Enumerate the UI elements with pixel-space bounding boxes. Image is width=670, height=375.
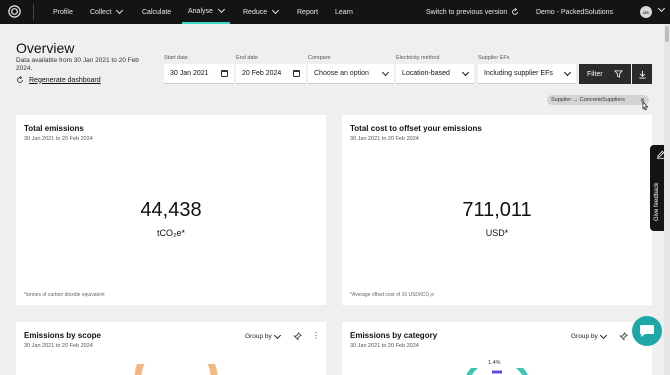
offset-cost-value: 711,011 <box>462 199 532 221</box>
supplier-efs-select[interactable]: Including supplier EFs <box>478 64 576 84</box>
end-date-label: End date <box>236 55 259 61</box>
more-options-icon[interactable]: ⋮ <box>312 331 320 340</box>
emissions-by-scope-card: Emissions by scope 30 Jan 2021 to 20 Feb… <box>16 322 326 375</box>
nav-item-analyse[interactable]: Analyse <box>182 0 230 24</box>
filter-icon <box>614 70 623 78</box>
offset-cost-unit: USD* <box>485 228 509 238</box>
nav-divider <box>33 4 34 20</box>
card-footnote: *Average offset cost of 16 USD/tCO₂e <box>350 292 435 298</box>
electricity-method-select[interactable]: Location-based <box>396 64 474 84</box>
chevron-down-icon <box>273 331 281 339</box>
end-date-value: 20 Feb 2024 <box>242 70 282 77</box>
nav-item-profile[interactable]: Profile <box>53 0 73 24</box>
data-range-text: Data available from 30 Jan 2021 to 20 Fe… <box>16 57 139 72</box>
refresh-icon <box>17 76 23 83</box>
total-emissions-unit: tCO₂e* <box>156 228 185 238</box>
nav-label: Reduce <box>243 8 268 16</box>
total-emissions-card: Total emissions 30 Jan 2021 to 20 Feb 20… <box>16 115 326 305</box>
compare-placeholder: Choose an option <box>314 70 369 77</box>
card-title: Emissions by category <box>350 331 438 340</box>
switch-version-label: Switch to previous version <box>426 8 508 16</box>
nav-label: Profile <box>53 8 73 16</box>
refresh-icon <box>512 8 519 15</box>
card-title: Emissions by scope <box>24 331 101 340</box>
group-by-select[interactable]: Group by <box>245 331 281 340</box>
nav-label: Report <box>297 8 319 16</box>
category-donut-chart <box>466 368 528 375</box>
slice-label: 1.4% <box>488 360 501 366</box>
chat-bubble-icon <box>640 325 654 337</box>
start-date-value: 30 Jan 2021 <box>170 70 209 77</box>
filter-button[interactable]: Filter <box>579 64 631 84</box>
card-date-range: 30 Jan 2021 to 20 Feb 2024 <box>24 136 93 142</box>
download-icon <box>638 70 646 79</box>
nav-item-reduce[interactable]: Reduce <box>243 0 280 24</box>
avatar[interactable]: DS <box>640 6 652 18</box>
download-button[interactable] <box>632 64 652 84</box>
switch-version-link[interactable]: Switch to previous version <box>426 0 519 24</box>
electricity-method-label: Electricity method <box>396 55 440 61</box>
chevron-down-icon <box>381 68 390 76</box>
nav-label: Analyse <box>188 7 213 15</box>
start-date-field[interactable]: 30 Jan 2021 <box>164 64 234 84</box>
org-selector[interactable]: Demo - PackedSolutions <box>536 0 613 24</box>
nav-item-learn[interactable]: Learn <box>335 0 353 24</box>
total-emissions-value: 44,438 <box>140 199 202 221</box>
compare-label: Compare <box>308 55 331 61</box>
chevron-down-icon[interactable] <box>657 4 666 13</box>
chevron-down-icon <box>116 6 124 15</box>
regenerate-label: Regenerate dashboard <box>29 76 101 84</box>
chevron-down-icon <box>599 331 607 339</box>
start-date-label: Start date <box>164 55 188 61</box>
chevron-down-icon <box>272 6 280 15</box>
nav-label: Learn <box>335 8 353 16</box>
active-filter-chip[interactable]: Supplier → ConcreteSuppliers ✕ <box>547 95 649 105</box>
app-logo-icon[interactable] <box>7 4 22 19</box>
supplier-efs-label: Supplier EFs <box>478 55 510 61</box>
give-feedback-label: Give feedback <box>654 182 660 221</box>
card-title: Total cost to offset your emissions <box>350 124 482 133</box>
scrollbar[interactable] <box>664 24 670 375</box>
scrollbar-thumb[interactable] <box>665 26 669 42</box>
mouse-cursor-icon <box>642 101 649 111</box>
chat-button[interactable] <box>632 316 662 346</box>
chevron-down-icon <box>563 68 572 76</box>
supplier-efs-value: Including supplier EFs <box>484 70 553 77</box>
nav-item-calculate[interactable]: Calculate <box>142 0 171 24</box>
card-date-range: 30 Jan 2021 to 20 Feb 2024 <box>350 136 419 142</box>
nav-label: Calculate <box>142 8 172 16</box>
regenerate-dashboard-link[interactable]: Regenerate dashboard <box>16 76 101 84</box>
pin-icon[interactable] <box>293 332 302 341</box>
group-by-label: Group by <box>245 333 272 340</box>
compare-select[interactable]: Choose an option <box>308 64 394 84</box>
page-title: Overview <box>16 40 75 56</box>
org-label: Demo - PackedSolutions <box>536 8 614 16</box>
group-by-select[interactable]: Group by <box>571 331 607 340</box>
group-by-label: Group by <box>571 333 598 340</box>
electricity-method-value: Location-based <box>402 70 450 77</box>
top-navbar: Profile Collect Calculate Analyse Reduce… <box>0 0 670 24</box>
calendar-icon <box>221 70 228 77</box>
emissions-by-category-card: Emissions by category 30 Jan 2021 to 20 … <box>342 322 652 375</box>
card-date-range: 30 Jan 2021 to 20 Feb 2024 <box>24 343 93 349</box>
end-date-field[interactable]: 20 Feb 2024 <box>236 64 306 84</box>
nav-label: Collect <box>90 8 112 16</box>
card-title: Total emissions <box>24 124 84 133</box>
pin-icon[interactable] <box>619 332 628 341</box>
offset-cost-card: Total cost to offset your emissions 30 J… <box>342 115 652 305</box>
card-date-range: 30 Jan 2021 to 20 Feb 2024 <box>350 343 419 349</box>
nav-item-report[interactable]: Report <box>297 0 318 24</box>
chevron-down-icon <box>217 5 225 14</box>
card-footnote: *tonnes of carbon dioxide equivalent <box>24 292 105 298</box>
chip-label: Supplier → ConcreteSuppliers <box>551 97 625 103</box>
nav-item-collect[interactable]: Collect <box>90 0 124 24</box>
calendar-icon <box>293 70 300 77</box>
filter-label: Filter <box>587 70 603 78</box>
scope-donut-chart <box>134 364 218 375</box>
chevron-down-icon <box>461 68 470 76</box>
